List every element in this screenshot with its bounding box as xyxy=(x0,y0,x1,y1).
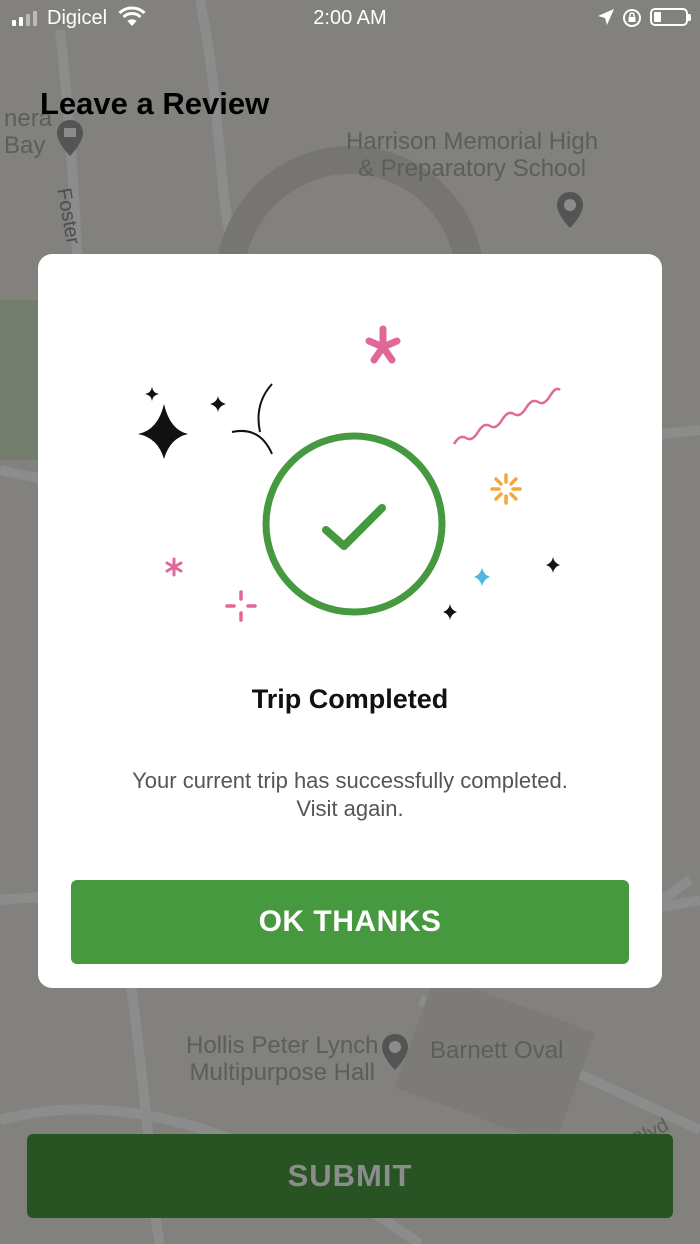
sparkle-icon xyxy=(210,396,226,412)
trip-completed-dialog: Trip Completed Your current trip has suc… xyxy=(38,254,662,988)
arc-decoration xyxy=(257,383,273,433)
check-circle-icon xyxy=(262,432,446,616)
ok-thanks-button[interactable]: OK THANKS xyxy=(71,880,629,964)
status-bar: Digicel 2:00 AM xyxy=(0,0,700,40)
location-arrow-icon xyxy=(598,9,614,25)
battery-icon xyxy=(650,8,691,26)
sparkle-icon xyxy=(546,557,560,573)
dialog-message: Your current trip has successfully compl… xyxy=(132,768,568,821)
rotation-lock-icon xyxy=(623,9,641,27)
sparkle-icon xyxy=(138,404,188,459)
pink-cross-icon xyxy=(225,590,257,622)
dialog-title: Trip Completed xyxy=(251,684,449,714)
celebration-illustration xyxy=(138,325,561,622)
blue-sparkle-icon xyxy=(474,568,490,586)
sparkle-icon xyxy=(443,604,457,620)
pink-asterisk-icon xyxy=(365,325,401,364)
orange-burst-icon xyxy=(490,473,522,505)
pink-asterisk-icon xyxy=(165,557,183,577)
status-time: 2:00 AM xyxy=(313,7,387,29)
sparkle-icon xyxy=(145,387,159,401)
squiggle-decoration xyxy=(452,387,561,445)
arc-decoration xyxy=(231,430,273,455)
